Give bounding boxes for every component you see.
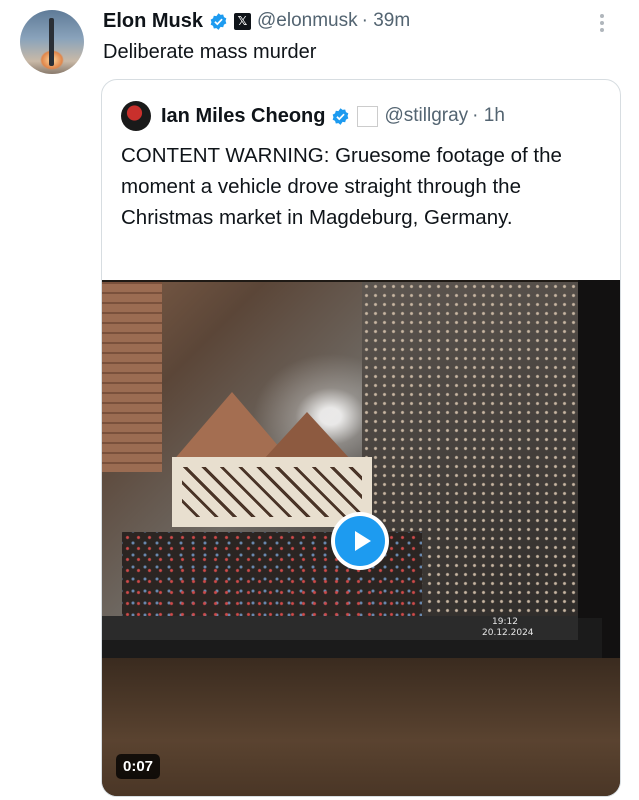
monitor-clock: 19:12 20.12.2024 xyxy=(468,617,534,639)
quoted-post-header: Ian Miles Cheong @stillgray · 1h xyxy=(121,101,505,131)
quoted-post[interactable]: Ian Miles Cheong @stillgray · 1h CONTENT… xyxy=(101,79,621,797)
avatar-rocket xyxy=(49,18,54,66)
x-logo-icon: 𝕏 xyxy=(234,12,252,30)
play-icon xyxy=(335,516,385,566)
monitor-frame xyxy=(578,280,620,670)
post-text: Deliberate mass murder xyxy=(103,41,317,63)
table-surface xyxy=(102,658,620,796)
monitor-clock-date: 20.12.2024 xyxy=(482,628,534,638)
video-player[interactable]: 19:12 20.12.2024 0:07 xyxy=(102,280,620,796)
video-frame xyxy=(102,282,578,618)
author-handle[interactable]: @elonmusk xyxy=(257,10,358,32)
video-duration: 0:07 xyxy=(116,754,161,779)
play-button[interactable] xyxy=(331,512,389,570)
quoted-post-text: CONTENT WARNING: Gruesome footage of the… xyxy=(121,144,562,229)
more-vertical-icon[interactable] xyxy=(596,12,608,36)
timber-house xyxy=(172,457,372,527)
news-badge-icon xyxy=(357,105,379,127)
quoted-author-handle[interactable]: @stillgray xyxy=(384,105,468,127)
author-name[interactable]: Elon Musk xyxy=(103,10,203,33)
quoted-author-avatar[interactable] xyxy=(121,101,151,131)
quoted-author-name[interactable]: Ian Miles Cheong xyxy=(161,105,325,128)
monitor-clock-time: 19:12 xyxy=(492,617,518,627)
quoted-post-time[interactable]: · 1h xyxy=(472,105,505,127)
author-avatar[interactable] xyxy=(20,10,84,74)
verified-badge-icon xyxy=(210,12,227,30)
post-header: Elon Musk 𝕏 @elonmusk · 39m xyxy=(103,8,410,34)
verified-badge-icon xyxy=(333,107,349,125)
market-stall xyxy=(102,282,162,472)
post-time[interactable]: · 39m xyxy=(362,10,411,32)
